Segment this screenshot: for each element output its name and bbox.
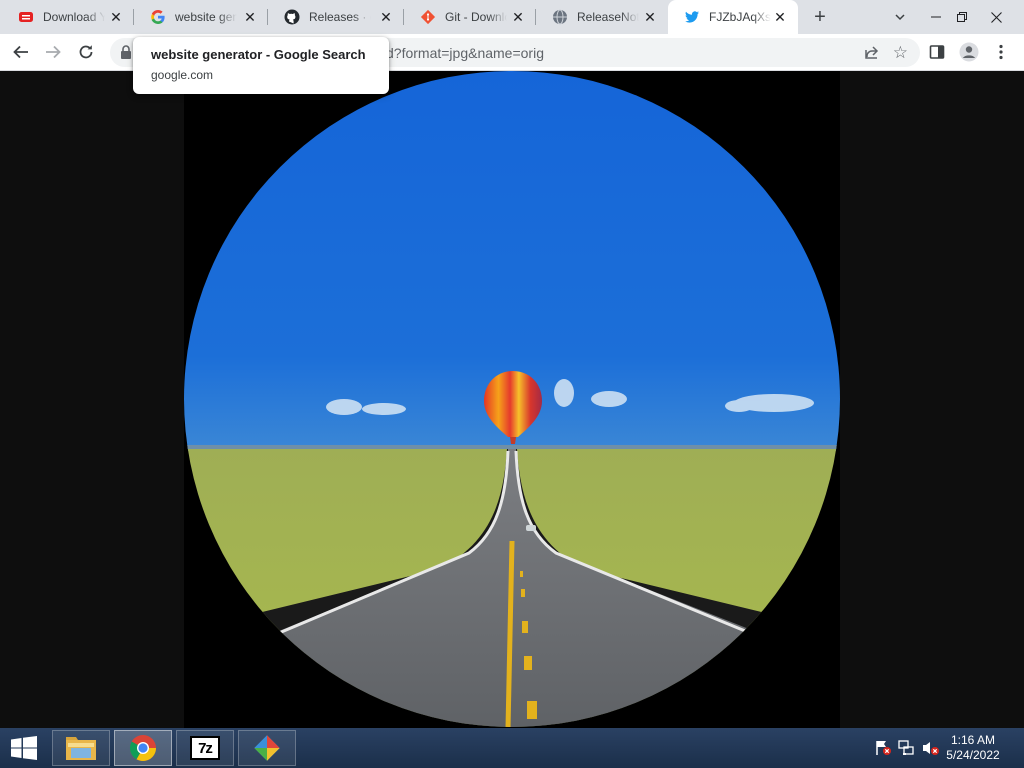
- github-icon: [284, 9, 300, 25]
- globe-icon: [552, 9, 568, 25]
- tab-git-downloads[interactable]: Git - Downloads ✕: [404, 0, 536, 34]
- close-tab-icon[interactable]: ✕: [510, 9, 526, 25]
- action-center-flag-icon[interactable]: [874, 740, 892, 756]
- bookmark-star-icon[interactable]: ☆: [893, 43, 908, 63]
- restore-button[interactable]: [946, 0, 978, 34]
- minimize-icon: [931, 16, 941, 18]
- reload-button[interactable]: [71, 37, 101, 67]
- tab-title: ReleaseNotes: [577, 10, 639, 24]
- taskbar-file-explorer[interactable]: [52, 730, 110, 766]
- start-button[interactable]: [0, 728, 48, 768]
- arrow-left-icon: [13, 45, 28, 59]
- side-panel-icon: [929, 45, 945, 59]
- tooltip-domain: google.com: [151, 68, 214, 82]
- close-tab-icon[interactable]: ✕: [642, 9, 658, 25]
- tab-search-button[interactable]: [888, 5, 912, 29]
- profile-button[interactable]: [954, 37, 984, 67]
- share-icon[interactable]: [864, 44, 880, 65]
- tab-strip: Download YouTube Videos ✕ website genera…: [0, 0, 1024, 34]
- tab-release-notes[interactable]: ReleaseNotes ✕: [536, 0, 668, 34]
- chrome-icon: [129, 735, 157, 762]
- hot-air-balloon-road-photo[interactable]: [184, 71, 840, 728]
- close-window-button[interactable]: [980, 0, 1012, 34]
- git-icon: [420, 9, 436, 25]
- system-clock[interactable]: 1:16 AM 5/24/2022: [938, 733, 1008, 763]
- restore-icon: [957, 12, 967, 22]
- menu-button[interactable]: [986, 37, 1016, 67]
- tab-title: website generator: [175, 10, 237, 24]
- google-icon: [150, 9, 166, 25]
- chevron-down-icon: [895, 14, 905, 21]
- new-tab-button[interactable]: +: [808, 5, 832, 29]
- car: [526, 525, 536, 531]
- tab-title: Git - Downloads: [445, 10, 507, 24]
- git-gui-icon: [254, 735, 280, 761]
- reload-icon: [79, 45, 93, 59]
- taskbar-chrome[interactable]: [114, 730, 172, 766]
- taskbar-7zip[interactable]: 7z: [176, 730, 234, 766]
- close-tab-icon[interactable]: ✕: [772, 9, 788, 25]
- close-tab-icon[interactable]: ✕: [108, 9, 124, 25]
- tab-title: Download YouTube Videos: [43, 10, 105, 24]
- back-button[interactable]: [6, 37, 36, 67]
- clock-time: 1:16 AM: [950, 733, 996, 747]
- photo-circle: [184, 71, 840, 727]
- 7zip-icon: 7z: [190, 736, 220, 760]
- arrow-right-icon: [46, 45, 61, 59]
- tooltip-title: website generator - Google Search: [151, 47, 366, 62]
- clock-date: 5/24/2022: [946, 748, 1000, 762]
- close-icon: [990, 11, 1002, 23]
- tab-title: Releases · git: [309, 10, 371, 24]
- tab-hover-card: website generator - Google Search google…: [133, 37, 389, 94]
- tab-twitter-image[interactable]: FJZbJAqXsAI ✕: [668, 0, 798, 34]
- tab-releases-github[interactable]: Releases · git ✕: [268, 0, 404, 34]
- close-tab-icon[interactable]: ✕: [378, 9, 394, 25]
- lock-icon: [120, 45, 132, 64]
- windows-logo-icon: [11, 736, 37, 760]
- kebab-menu-icon: [999, 44, 1003, 60]
- close-tab-icon[interactable]: ✕: [242, 9, 258, 25]
- side-panel-button[interactable]: [922, 37, 952, 67]
- url-text[interactable]: d?format=jpg&name=orig: [386, 45, 544, 61]
- tab-title: FJZbJAqXsAI: [709, 10, 771, 24]
- twitter-icon: [684, 9, 700, 25]
- horizon: [184, 445, 840, 449]
- avatar-icon: [959, 42, 979, 62]
- 7zip-label: 7z: [198, 739, 213, 757]
- page-viewport: [0, 71, 1024, 728]
- tab-download-youtube[interactable]: Download YouTube Videos ✕: [2, 0, 134, 34]
- taskbar-git-gui[interactable]: [238, 730, 296, 766]
- network-icon[interactable]: [898, 740, 916, 756]
- folder-icon: [66, 737, 96, 760]
- youtube-download-icon: [18, 9, 34, 25]
- forward-button[interactable]: [38, 37, 68, 67]
- windows-taskbar: 7z 1:16 AM 5/24/2022: [0, 728, 1024, 768]
- tab-google-search[interactable]: website generator ✕: [134, 0, 268, 34]
